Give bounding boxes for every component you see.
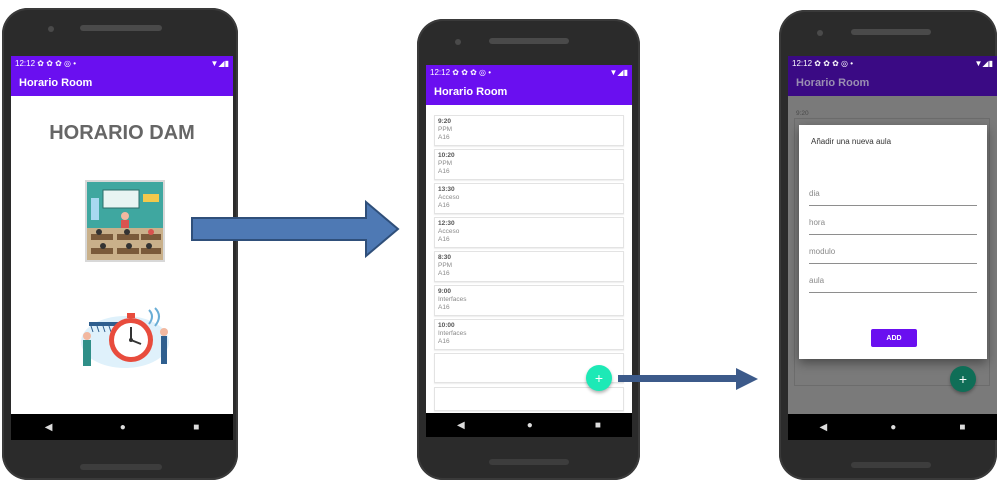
app-title: Horario Room — [19, 77, 93, 89]
item-aula: A16 — [438, 270, 450, 277]
list-item[interactable]: 10:00 Interfaces A16 — [434, 319, 624, 350]
item-hora: 10:20 — [438, 152, 455, 159]
app-bar: Horario Room — [426, 79, 632, 105]
hora-input[interactable]: hora — [809, 218, 977, 235]
aula-input[interactable]: aula — [809, 276, 977, 293]
home-icon[interactable]: ● — [527, 420, 533, 431]
nav-bar: ◀ ● ■ — [788, 414, 997, 440]
item-modulo: Interfaces — [438, 296, 467, 303]
arrow-to-list-icon — [191, 199, 400, 259]
list-item[interactable]: 9:00 Interfaces A16 — [434, 285, 624, 316]
app-bar: Horario Room — [11, 70, 233, 96]
speaker-grille — [80, 25, 162, 31]
camera-dot — [455, 39, 461, 45]
item-modulo: PPM — [438, 126, 453, 133]
item-modulo: PPM — [438, 262, 453, 269]
nav-bar: ◀ ● ■ — [426, 413, 632, 437]
bottom-speaker — [851, 462, 931, 468]
status-bar: 12:12 ✿ ✿ ✿ ◎ • ▼◢▮ — [11, 56, 233, 70]
app-bar: Horario Room — [788, 70, 997, 96]
home-icon[interactable]: ● — [890, 422, 896, 433]
item-aula: A16 — [438, 202, 450, 209]
item-aula: A16 — [438, 304, 450, 311]
stopwatch-illustration-icon[interactable] — [79, 300, 171, 372]
add-button-label: ADD — [886, 334, 902, 342]
item-modulo: PPM — [438, 160, 453, 167]
dimmed-list-item: 9:20 — [796, 110, 809, 117]
status-time: 12:12 — [792, 58, 813, 68]
screen-list: 12:12 ✿ ✿ ✿ ◎ • ▼◢▮ Horario Room 9:20 PP… — [426, 65, 632, 437]
item-aula: A16 — [438, 168, 450, 175]
screen-dialog: 12:12 ✿ ✿ ✿ ◎ • ▼◢▮ Horario Room 9:20 Añ… — [788, 56, 997, 440]
item-aula: A16 — [438, 236, 450, 243]
plus-icon: + — [958, 371, 968, 387]
back-icon[interactable]: ◀ — [457, 420, 465, 431]
nav-bar: ◀ ● ■ — [11, 414, 233, 440]
status-bar: 12:12 ✿ ✿ ✿ ◎ • ▼◢▮ — [426, 65, 632, 79]
list-item[interactable]: 8:30 PPM A16 — [434, 251, 624, 282]
signal-battery-icon: ▼◢▮ — [974, 58, 993, 68]
app-title: Horario Room — [796, 77, 870, 89]
add-fab-button[interactable]: + — [586, 365, 612, 391]
phone-3: 12:12 ✿ ✿ ✿ ◎ • ▼◢▮ Horario Room 9:20 Añ… — [779, 10, 997, 480]
aula-placeholder: aula — [809, 276, 825, 285]
item-hora: 8:30 — [438, 254, 452, 261]
item-hora: 9:20 — [438, 118, 452, 125]
notification-icons: ✿ ✿ ✿ ◎ • — [814, 58, 854, 68]
add-fab-button[interactable]: + — [950, 366, 976, 392]
signal-battery-icon: ▼◢▮ — [210, 58, 229, 68]
plus-icon: + — [594, 370, 604, 386]
signal-battery-icon: ▼◢▮ — [609, 67, 628, 77]
item-hora: 9:00 — [438, 288, 452, 295]
bottom-speaker — [80, 464, 162, 470]
item-hora: 13:30 — [438, 186, 455, 193]
item-modulo: Interfaces — [438, 330, 467, 337]
dialog-title: Añadir una nueva aula — [811, 137, 892, 146]
recents-icon[interactable]: ■ — [193, 422, 199, 433]
hora-placeholder: hora — [809, 218, 826, 227]
camera-dot — [817, 30, 823, 36]
status-time: 12:12 — [430, 67, 451, 77]
app-title: Horario Room — [434, 86, 508, 98]
list-item[interactable]: 12:30 Acceso A16 — [434, 217, 624, 248]
list-item[interactable]: 13:30 Acceso A16 — [434, 183, 624, 214]
phone-2: 12:12 ✿ ✿ ✿ ◎ • ▼◢▮ Horario Room 9:20 PP… — [417, 19, 640, 480]
speaker-grille — [851, 29, 931, 35]
item-modulo: Acceso — [438, 228, 460, 235]
item-modulo: Acceso — [438, 194, 460, 201]
modulo-placeholder: modulo — [809, 247, 836, 256]
arrow-to-dialog-icon — [618, 368, 758, 390]
dia-input[interactable]: dia — [809, 189, 977, 206]
recents-icon[interactable]: ■ — [959, 422, 965, 433]
notification-icons: ✿ ✿ ✿ ◎ • — [37, 58, 77, 68]
item-aula: A16 — [438, 338, 450, 345]
recents-icon[interactable]: ■ — [595, 420, 601, 431]
list-item[interactable]: 9:20 PPM A16 — [434, 115, 624, 146]
dia-placeholder: dia — [809, 189, 820, 198]
modulo-input[interactable]: modulo — [809, 247, 977, 264]
classroom-illustration-icon[interactable] — [85, 180, 165, 262]
item-hora: 12:30 — [438, 220, 455, 227]
status-time: 12:12 — [15, 58, 36, 68]
speaker-grille — [489, 38, 569, 44]
add-aula-dialog: Añadir una nueva aula dia hora modulo au… — [799, 125, 987, 359]
item-hora: 10:00 — [438, 322, 455, 329]
notification-icons: ✿ ✿ ✿ ◎ • — [452, 67, 492, 77]
back-icon[interactable]: ◀ — [45, 422, 53, 433]
add-button[interactable]: ADD — [871, 329, 917, 347]
status-bar: 12:12 ✿ ✿ ✿ ◎ • ▼◢▮ — [788, 56, 997, 70]
item-aula: A16 — [438, 134, 450, 141]
list-item[interactable]: 10:20 PPM A16 — [434, 149, 624, 180]
home-heading: HORARIO DAM — [49, 122, 195, 144]
bottom-speaker — [489, 459, 569, 465]
back-icon[interactable]: ◀ — [820, 422, 828, 433]
camera-dot — [48, 26, 54, 32]
home-icon[interactable]: ● — [120, 422, 126, 433]
